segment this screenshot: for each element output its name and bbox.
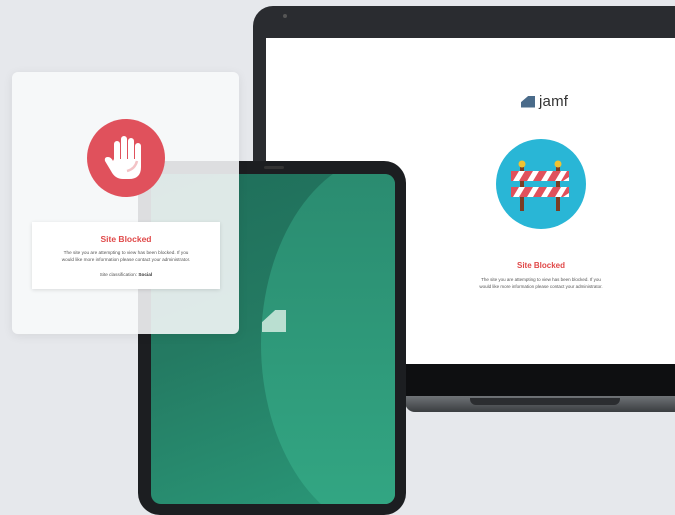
tablet-wallpaper-curve <box>261 174 395 504</box>
jamf-brand-text: jamf <box>539 93 569 110</box>
card-block-title: Site Blocked <box>100 234 152 244</box>
stop-hand-illustration <box>87 119 165 197</box>
tablet-camera <box>264 166 284 169</box>
laptop-block-title: Site Blocked <box>516 261 565 270</box>
card-block-message: The site you are attempting to view has … <box>61 250 191 263</box>
jamf-mark-icon <box>521 95 535 108</box>
laptop-camera <box>283 14 287 18</box>
site-classification: Site classification: Social <box>99 272 153 277</box>
barrier-illustration <box>496 139 586 229</box>
blocked-page-panel <box>12 72 239 334</box>
blocked-card: Site Blocked The site you are attempting… <box>32 222 220 289</box>
site-classification-value: Social <box>138 272 153 277</box>
stop-hand-icon <box>104 136 141 179</box>
road-barrier-icon <box>511 160 569 211</box>
laptop-notch <box>470 398 620 405</box>
jamf-logo: jamf <box>521 93 568 110</box>
laptop-block-message: The site you are attempting to view has … <box>479 277 603 289</box>
